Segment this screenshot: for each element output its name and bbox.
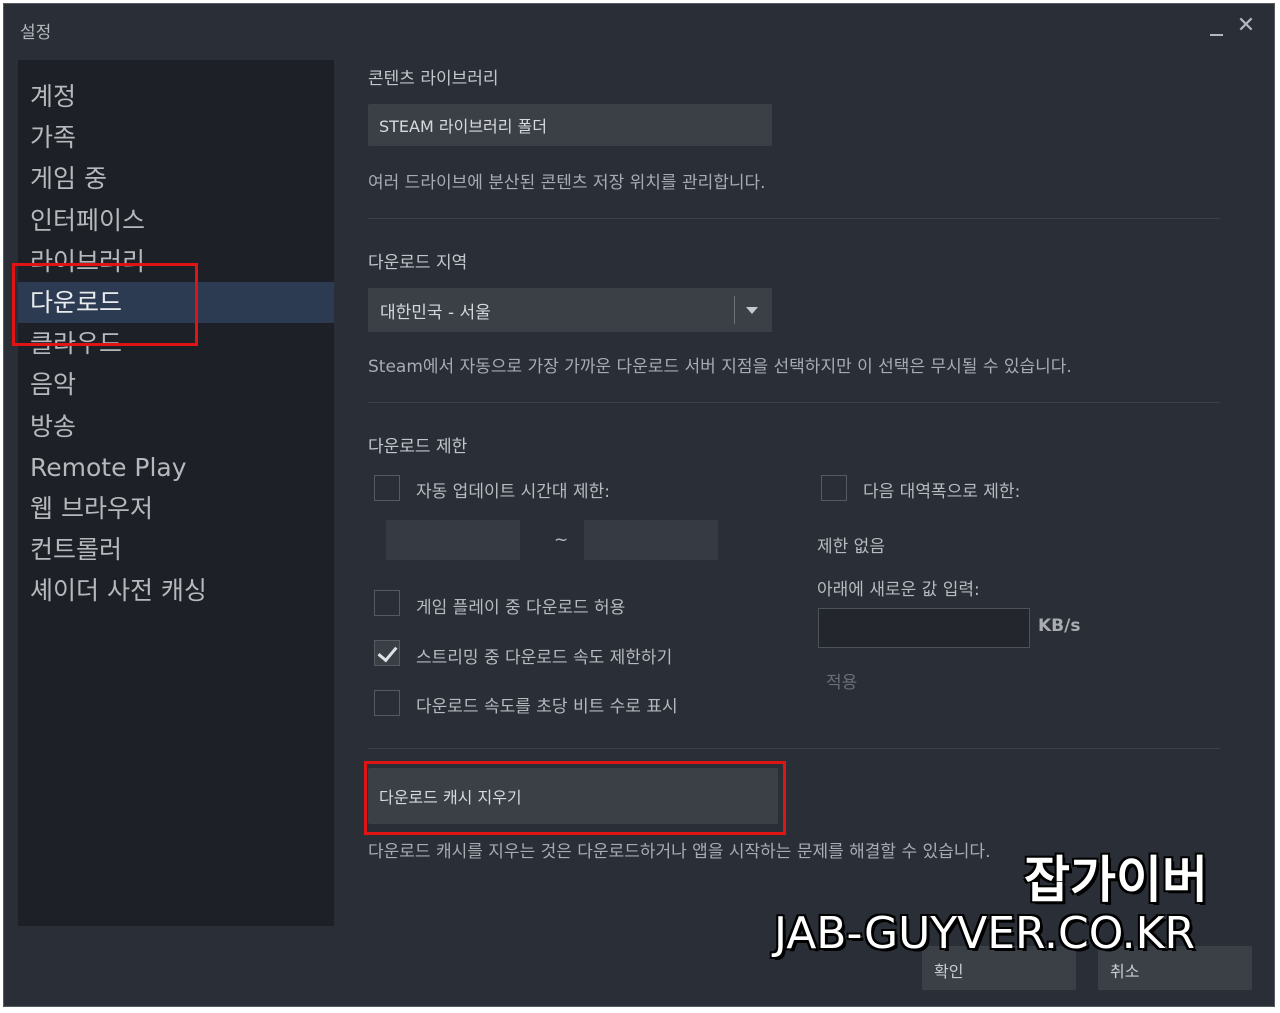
window-title: 설정 [20, 23, 52, 43]
sidebar-item-library[interactable]: 라이브러리 [18, 241, 334, 282]
enter-value-text: 아래에 새로운 값 입력: [817, 580, 980, 600]
watermark-url: JAB-GUYVER.CO.KR [774, 908, 1196, 959]
sidebar-item-family[interactable]: 가족 [18, 117, 334, 158]
sidebar-item-music[interactable]: 음악 [18, 364, 334, 405]
sidebar-item-shader-cache[interactable]: 셰이더 사전 캐싱 [18, 570, 334, 611]
no-limit-text: 제한 없음 [817, 537, 885, 557]
throttle-streaming-checkbox[interactable] [374, 640, 400, 666]
auto-update-window-label: 자동 업데이트 시간대 제한: [416, 482, 610, 502]
chevron-down-icon[interactable] [746, 307, 758, 314]
download-limits-title: 다운로드 제한 [368, 437, 468, 457]
allow-during-gameplay-checkbox[interactable] [374, 590, 400, 616]
update-end-time-field[interactable] [584, 520, 718, 560]
minimize-icon[interactable] [1204, 14, 1228, 40]
sidebar-item-remote-play[interactable]: Remote Play [18, 447, 334, 488]
sidebar-item-broadcast[interactable]: 방송 [18, 406, 334, 447]
settings-sidebar: 계정 가족 게임 중 인터페이스 라이브러리 다운로드 클라우드 음악 방송 R… [12, 60, 334, 926]
time-separator: ~ [554, 530, 569, 550]
divider [368, 748, 1220, 749]
clear-cache-desc: 다운로드 캐시를 지우는 것은 다운로드하거나 앱을 시작하는 문제를 해결할 … [368, 842, 991, 862]
download-region-title: 다운로드 지역 [368, 253, 468, 273]
kbs-unit: KB/s [1038, 616, 1081, 636]
sidebar-item-account[interactable]: 계정 [18, 76, 334, 117]
download-region-value: 대한민국 - 서울 [380, 302, 491, 323]
clear-download-cache-button[interactable]: 다운로드 캐시 지우기 [368, 768, 778, 824]
show-bits-checkbox[interactable] [374, 690, 400, 716]
bandwidth-kbs-input[interactable] [818, 608, 1030, 648]
apply-button[interactable]: 적용 [826, 668, 857, 693]
watermark-name: 잡가이버 [1024, 851, 1208, 909]
throttle-streaming-label: 스트리밍 중 다운로드 속도 제한하기 [416, 648, 673, 668]
sidebar-item-web-browser[interactable]: 웹 브라우저 [18, 488, 334, 529]
allow-during-gameplay-label: 게임 플레이 중 다운로드 허용 [416, 598, 626, 618]
title-bar: 설정 ✕ [4, 4, 1274, 52]
download-region-desc: Steam에서 자동으로 가장 가까운 다운로드 서버 지점을 선택하지만 이 … [368, 357, 1072, 377]
content-library-desc: 여러 드라이브에 분산된 콘텐츠 저장 위치를 관리합니다. [368, 173, 766, 193]
auto-update-window-checkbox[interactable] [374, 475, 400, 501]
sidebar-item-in-game[interactable]: 게임 중 [18, 158, 334, 199]
sidebar-item-controller[interactable]: 컨트롤러 [18, 529, 334, 570]
bandwidth-limit-label: 다음 대역폭으로 제한: [863, 482, 1021, 502]
show-bits-label: 다운로드 속도를 초당 비트 수로 표시 [416, 697, 678, 717]
divider [368, 402, 1220, 403]
sidebar-item-interface[interactable]: 인터페이스 [18, 200, 334, 241]
content-library-title: 콘텐츠 라이브러리 [368, 69, 499, 89]
close-icon[interactable]: ✕ [1234, 12, 1258, 40]
download-region-select[interactable]: 대한민국 - 서울 [368, 288, 772, 332]
sidebar-list: 계정 가족 게임 중 인터페이스 라이브러리 다운로드 클라우드 음악 방송 R… [18, 60, 334, 611]
select-separator [734, 296, 735, 324]
bandwidth-limit-checkbox[interactable] [821, 475, 847, 501]
downloads-panel: 콘텐츠 라이브러리 STEAM 라이브러리 폴더 여러 드라이브에 분산된 콘텐… [364, 60, 1248, 940]
sidebar-item-cloud[interactable]: 클라우드 [18, 323, 334, 364]
sidebar-item-downloads[interactable]: 다운로드 [18, 281, 334, 324]
steam-library-folders-button[interactable]: STEAM 라이브러리 폴더 [368, 104, 772, 146]
update-start-time-field[interactable] [386, 520, 520, 560]
divider [368, 218, 1220, 219]
